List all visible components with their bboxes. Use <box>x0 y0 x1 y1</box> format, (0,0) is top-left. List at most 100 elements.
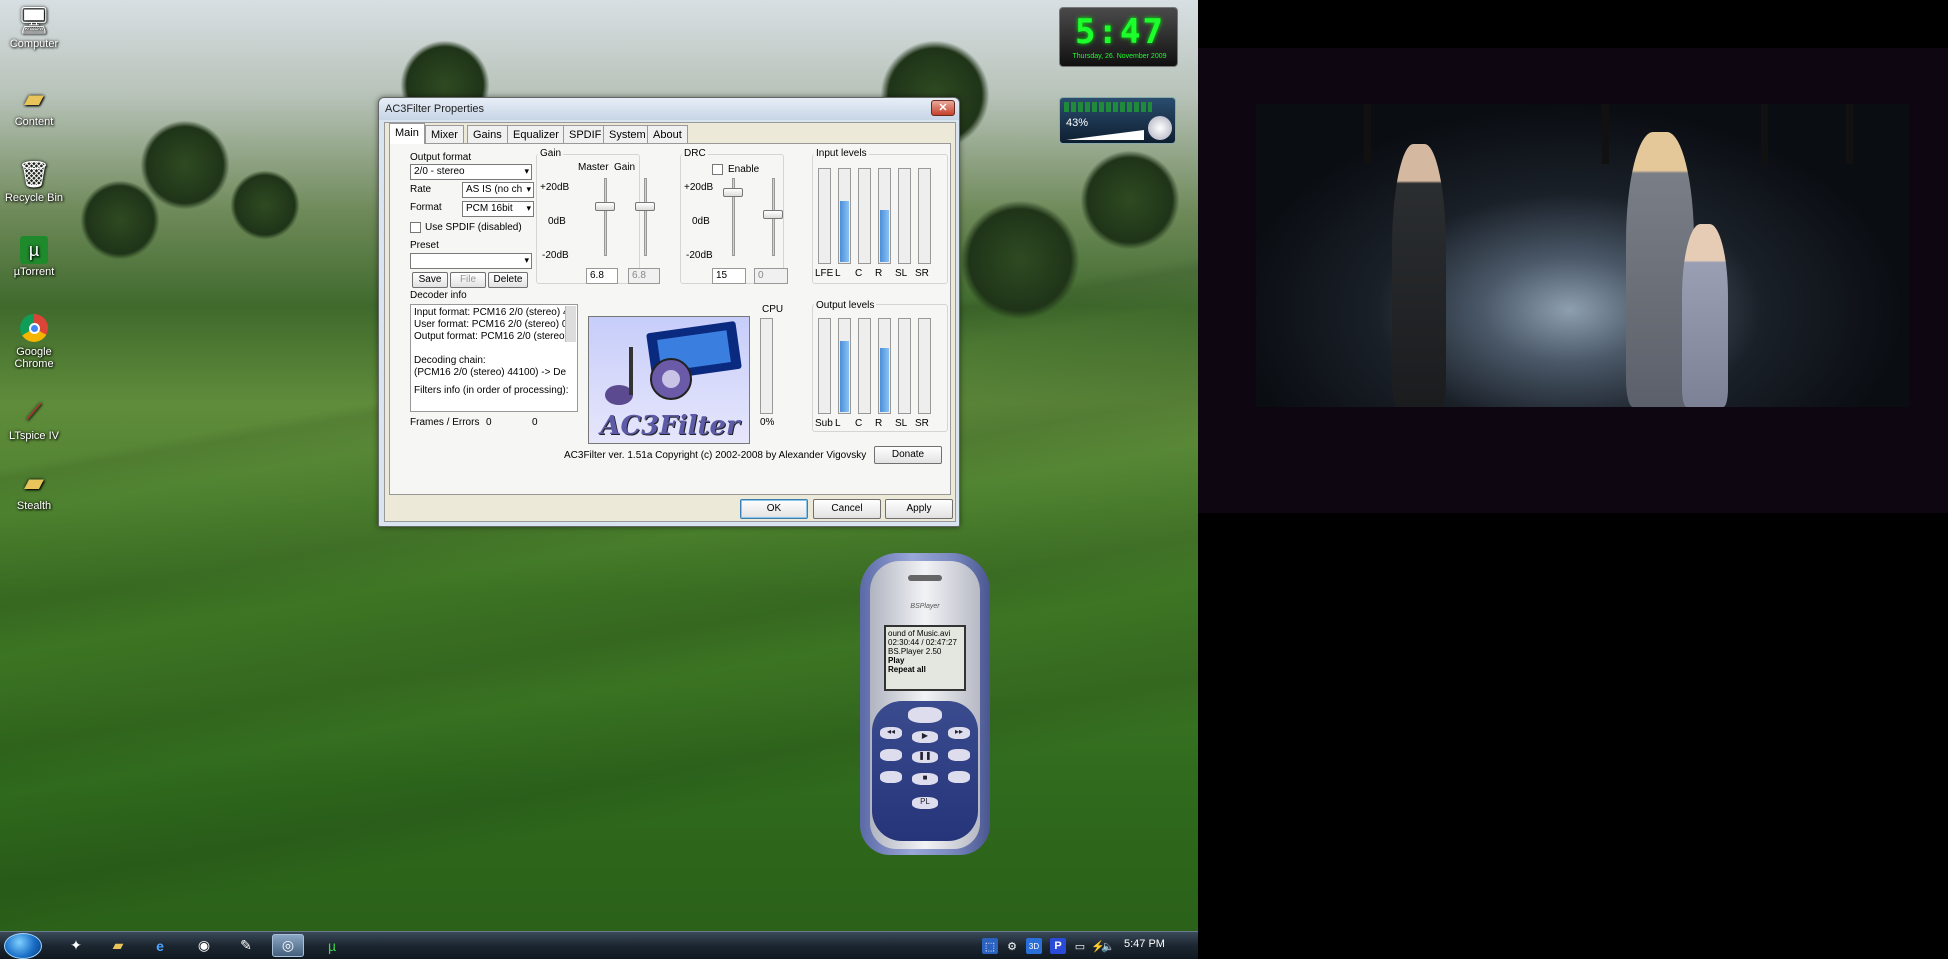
preset-select[interactable] <box>410 253 532 269</box>
output-channel-label: L <box>835 418 841 429</box>
master-slider-thumb[interactable] <box>595 202 615 211</box>
tab-mixer[interactable]: Mixer <box>425 125 464 143</box>
format-select[interactable]: PCM 16bit <box>462 201 534 217</box>
taskbar-clock[interactable]: 5:47 PM <box>1124 938 1165 950</box>
taskbar-explorer[interactable]: ✦ <box>60 934 92 957</box>
tab-about[interactable]: About <box>647 125 688 143</box>
nav-key[interactable] <box>908 707 942 723</box>
taskbar-ac3filter[interactable]: ◎ <box>272 934 304 957</box>
gain-value-field: 6.8 <box>628 268 660 284</box>
master-label: Master <box>578 162 609 173</box>
decoder-info-box[interactable]: Input format: PCM16 2/0 (stereo) 4 User … <box>410 304 578 412</box>
tab-system[interactable]: System <box>603 125 652 143</box>
bsplayer-phone-skin[interactable]: BSPlayer ound of Music.avi 02:30:44 / 02… <box>860 553 990 855</box>
prev-key[interactable]: ◂◂ <box>880 727 902 739</box>
master-slider-track[interactable] <box>604 178 607 256</box>
set-pillar <box>1602 104 1609 164</box>
output-levels-label: Output levels <box>814 300 877 311</box>
input-levels-label: Input levels <box>814 148 869 159</box>
apply-button[interactable]: Apply <box>885 499 953 519</box>
drc-slider2-thumb[interactable] <box>763 210 783 219</box>
taskbar-utorrent[interactable]: µ <box>316 934 348 957</box>
rate-label: Rate <box>410 184 432 195</box>
explorer-icon: ✦ <box>70 937 82 953</box>
copyright-text: AC3Filter ver. 1.51a Copyright (c) 2002-… <box>564 450 867 461</box>
drc-slider-thumb[interactable] <box>723 188 743 197</box>
format-label: Format <box>410 202 442 213</box>
desktop-icon-chrome[interactable]: Google Chrome <box>0 312 68 370</box>
desktop-icon-label: Computer <box>9 38 59 50</box>
master-value-field[interactable]: 6.8 <box>586 268 618 284</box>
utorrent-icon: µ <box>20 236 48 264</box>
decoder-line: Output format: PCM16 2/0 (stereo) <box>414 331 568 342</box>
output-channel-label: R <box>875 418 883 429</box>
tab-spdif[interactable]: SPDIF <box>563 125 608 143</box>
stop-key[interactable]: ■ <box>912 773 938 785</box>
tray-sync-icon[interactable]: ⚙ <box>1004 938 1020 954</box>
playlist-key[interactable]: PL <box>912 797 938 809</box>
input-meter-lfe <box>818 168 831 264</box>
key-left[interactable] <box>880 749 902 761</box>
cancel-button[interactable]: Cancel <box>813 499 881 519</box>
gain-slider-track[interactable] <box>644 178 647 256</box>
ok-button[interactable]: OK <box>740 499 808 519</box>
drc-enable-checkbox[interactable] <box>712 164 723 175</box>
dialog-titlebar[interactable]: AC3Filter Properties ✕ <box>379 98 959 120</box>
tab-gains[interactable]: Gains <box>467 125 508 143</box>
output-format-select[interactable]: 2/0 - stereo <box>410 164 532 180</box>
start-button[interactable] <box>4 933 42 959</box>
desktop-icon-stealth[interactable]: ▰ Stealth <box>0 466 68 513</box>
rate-select[interactable]: AS IS (no ch <box>462 182 534 198</box>
notepad-icon: ✎ <box>240 937 252 953</box>
output-meter-fill <box>840 341 849 412</box>
scrollbar[interactable] <box>565 306 576 342</box>
ac3filter-logo: AC3Filter <box>588 316 750 444</box>
input-channel-label: SR <box>915 268 929 279</box>
taskbar-notepad[interactable]: ✎ <box>230 934 262 957</box>
drc-value-field[interactable]: 15 <box>712 268 746 284</box>
taskbar-ie[interactable]: e <box>144 934 176 957</box>
tray-volume-icon[interactable]: 🔈 <box>1100 938 1116 954</box>
desktop-icon-utorrent[interactable]: µ µTorrent <box>0 236 68 278</box>
taskbar-media[interactable]: ◉ <box>188 934 220 957</box>
save-button[interactable]: Save <box>412 272 448 288</box>
donate-button[interactable]: Donate <box>874 446 942 464</box>
desktop-icon-recycle-bin[interactable]: 🗑 Recycle Bin <box>0 158 68 205</box>
gadget-clock-time: 5:47 <box>1075 12 1165 52</box>
play-key[interactable]: ▶ <box>912 731 938 743</box>
key-right[interactable] <box>948 749 970 761</box>
use-spdif-checkbox[interactable] <box>410 222 421 233</box>
tray-network-icon[interactable]: ⬚ <box>982 938 998 954</box>
desktop-icon-ltspice[interactable]: ⟋ LTspice IV <box>0 396 68 442</box>
tab-equalizer[interactable]: Equalizer <box>507 125 565 143</box>
screen-line: 02:30:44 / 02:47:27 <box>888 638 957 647</box>
gain-slider-thumb[interactable] <box>635 202 655 211</box>
logo-text: AC3Filter <box>600 411 740 441</box>
file-button[interactable]: File <box>450 272 486 288</box>
tray-3d-icon[interactable]: 3D <box>1026 938 1042 954</box>
next-key[interactable]: ▸▸ <box>948 727 970 739</box>
close-button[interactable]: ✕ <box>931 100 955 116</box>
computer-icon: 🖥 <box>17 4 51 35</box>
desktop-icon-content[interactable]: ▰ Content <box>0 82 68 129</box>
delete-button[interactable]: Delete <box>488 272 528 288</box>
desktop-icon-label: µTorrent <box>13 266 55 278</box>
tray-monitor-icon[interactable]: ▭ <box>1072 938 1088 954</box>
key-left2[interactable] <box>880 771 902 783</box>
tab-main[interactable]: Main <box>389 123 425 144</box>
pause-key[interactable]: ❚❚ <box>912 751 938 763</box>
actor-man <box>1392 144 1446 407</box>
dialog-title: AC3Filter Properties <box>385 103 485 115</box>
taskbar-folder[interactable]: ▰ <box>102 934 134 957</box>
key-right2[interactable] <box>948 771 970 783</box>
ac3filter-dialog[interactable]: AC3Filter Properties ✕ Main Mixer Gains … <box>378 97 960 527</box>
volume-knob-icon[interactable] <box>1148 116 1172 140</box>
frames-errors-label: Frames / Errors <box>410 417 480 428</box>
desktop-icon-computer[interactable]: 🖥 Computer <box>0 4 68 51</box>
screen-line: BS.Player 2.50 <box>888 647 942 656</box>
tray-p-icon[interactable]: P <box>1050 938 1066 954</box>
input-meter-r <box>878 168 891 264</box>
clock-gadget[interactable]: 5:47 Thursday, 26. November 2009 <box>1059 7 1178 67</box>
volume-gadget[interactable]: 43% <box>1059 97 1176 144</box>
db-minus20-label: -20dB <box>542 250 569 261</box>
